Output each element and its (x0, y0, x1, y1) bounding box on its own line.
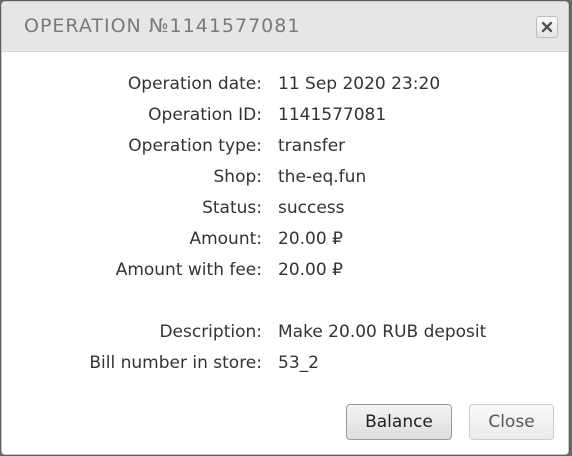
close-button[interactable]: Close (469, 404, 554, 440)
detail-row-operation-date: Operation date: 11 Sep 2020 23:20 (2, 74, 568, 98)
detail-row-operation-type: Operation type: transfer (2, 136, 568, 160)
detail-label: Status: (202, 198, 262, 218)
detail-value: 53_2 (278, 353, 319, 373)
detail-label: Operation type: (128, 136, 262, 156)
detail-label: Operation ID: (148, 105, 262, 125)
detail-row-operation-id: Operation ID: 1141577081 (2, 105, 568, 129)
detail-value: the-eq.fun (278, 167, 367, 187)
detail-row-shop: Shop: the-eq.fun (2, 167, 568, 191)
detail-value: success (278, 198, 345, 218)
detail-label: Bill number in store: (89, 353, 262, 373)
operation-dialog: OPERATION №1141577081 Operation date: 11… (1, 1, 569, 455)
detail-row-amount: Amount: 20.00 ₽ (2, 229, 568, 253)
detail-label: Description: (159, 322, 262, 342)
detail-value: transfer (278, 136, 346, 156)
detail-label: Amount: (189, 229, 262, 249)
detail-row-amount-with-fee: Amount with fee: 20.00 ₽ (2, 260, 568, 284)
detail-label: Operation date: (127, 74, 262, 94)
detail-label: Shop: (213, 167, 263, 187)
dialog-titlebar: OPERATION №1141577081 (2, 2, 568, 52)
detail-label: Amount with fee: (115, 260, 262, 280)
detail-value: 11 Sep 2020 23:20 (278, 74, 441, 94)
close-x-glyph (541, 21, 553, 33)
balance-button[interactable]: Balance (346, 404, 452, 440)
detail-row-description: Description: Make 20.00 RUB deposit (2, 322, 568, 346)
detail-row-status: Status: success (2, 198, 568, 222)
detail-value: Make 20.00 RUB deposit (278, 322, 487, 342)
dialog-title: OPERATION №1141577081 (24, 15, 301, 37)
detail-value: 1141577081 (278, 105, 387, 125)
detail-value: 20.00 ₽ (278, 229, 343, 249)
detail-value: 20.00 ₽ (278, 260, 343, 280)
detail-row-bill-number: Bill number in store: 53_2 (2, 353, 568, 377)
close-x-icon[interactable] (536, 16, 558, 38)
